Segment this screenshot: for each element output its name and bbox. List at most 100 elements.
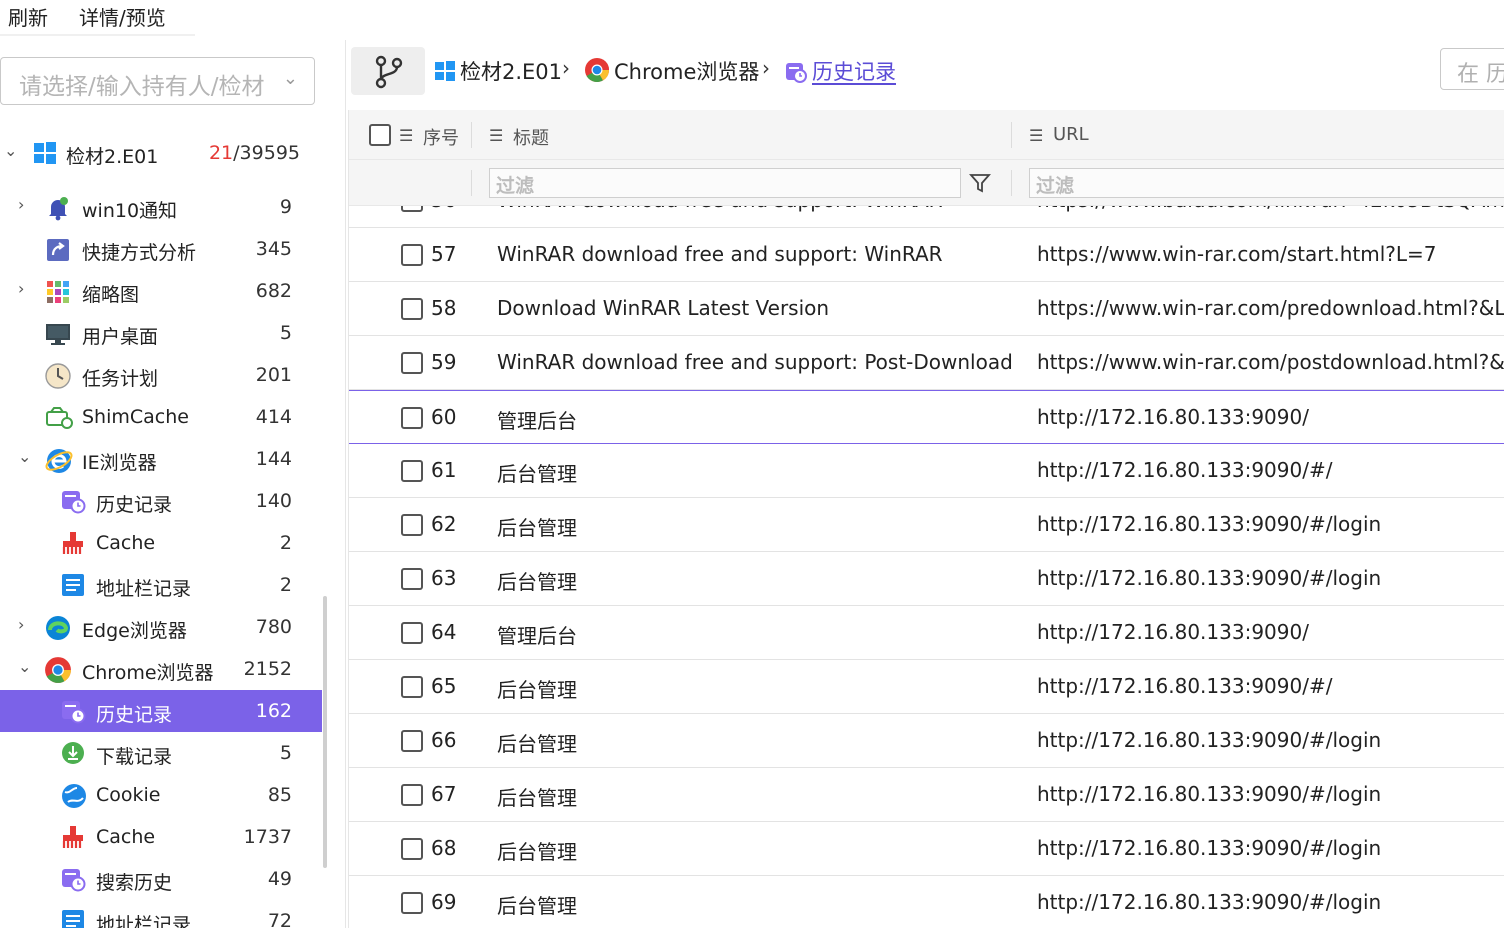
row-checkbox[interactable]	[401, 892, 423, 914]
breadcrumb-item-chrome[interactable]: Chrome浏览器	[614, 56, 759, 86]
table-row[interactable]: 61 后台管理 http://172.16.80.133:9090/#/	[349, 444, 1504, 498]
column-header-title[interactable]: 标题	[513, 124, 549, 150]
row-checkbox[interactable]	[401, 784, 423, 806]
column-menu-icon[interactable]: ☰	[1029, 126, 1043, 145]
cell-url: https://www.win-rar.com/predownload.html…	[1037, 296, 1504, 320]
refresh-menu[interactable]: 刷新	[8, 2, 48, 31]
table-row[interactable]: 57 WinRAR download free and support: WinR…	[349, 228, 1504, 282]
breadcrumb-item-evidence[interactable]: 检材2.E01	[460, 56, 562, 86]
tree-item[interactable]: Cookie 85	[0, 774, 322, 816]
download-icon	[60, 740, 88, 768]
cache-brush-icon	[60, 824, 88, 852]
cell-url: http://172.16.80.133:9090/#/login	[1037, 836, 1382, 860]
cell-url: https://www.win-rar.com/start.html?L=7	[1037, 242, 1437, 266]
tree-item[interactable]: 任务计划 201	[0, 354, 322, 396]
column-resizer[interactable]	[1011, 122, 1012, 148]
chevron-down-icon[interactable]: ⌄	[18, 657, 31, 676]
table-row[interactable]: 69 后台管理 http://172.16.80.133:9090/#/login	[349, 876, 1504, 928]
row-checkbox[interactable]	[401, 622, 423, 644]
row-checkbox[interactable]	[401, 460, 423, 482]
chevron-right-icon[interactable]: ›	[18, 279, 24, 298]
panel-divider[interactable]	[345, 40, 346, 928]
breadcrumb-item-history[interactable]: 历史记录	[812, 56, 896, 86]
tree-item-count: 1737	[243, 826, 292, 848]
select-all-checkbox[interactable]	[369, 124, 391, 146]
column-header-url[interactable]: URL	[1053, 124, 1089, 145]
table-row[interactable]: 58 Download WinRAR Latest Version https://…	[349, 282, 1504, 336]
address-bar-icon	[60, 572, 88, 600]
row-checkbox[interactable]	[401, 407, 423, 429]
table-row[interactable]: 66 后台管理 http://172.16.80.133:9090/#/login	[349, 714, 1504, 768]
chevron-down-icon[interactable]: ⌄	[18, 447, 31, 466]
branch-button[interactable]	[351, 47, 425, 95]
tree-item-label: 地址栏记录	[96, 578, 192, 600]
tree-item[interactable]: Cache 2	[0, 522, 322, 564]
tree-item-label: Edge浏览器	[82, 620, 187, 642]
tree-item[interactable]: ShimCache 414	[0, 396, 322, 438]
chevron-right-icon[interactable]: ›	[18, 195, 24, 214]
tree-item[interactable]: ⌄ IE浏览器 144	[0, 438, 322, 480]
column-resizer[interactable]	[471, 122, 472, 148]
table-row[interactable]: 59 WinRAR download free and support: Post…	[349, 336, 1504, 390]
row-checkbox[interactable]	[401, 676, 423, 698]
cell-url: http://172.16.80.133:9090/#/login	[1037, 566, 1382, 590]
row-checkbox[interactable]	[401, 352, 423, 374]
chrome-icon	[584, 57, 610, 87]
tree-root[interactable]: ⌄ 检材2.E01 21/39595	[0, 132, 322, 174]
tree-item[interactable]: 地址栏记录 2	[0, 564, 322, 606]
tree-item-label: 缩略图	[82, 284, 140, 306]
tree-item[interactable]: › 缩略图 682	[0, 270, 322, 312]
cell-index: 64	[431, 620, 457, 644]
tree-item[interactable]: 地址栏记录 72	[0, 900, 322, 928]
search-input[interactable]: 在 历	[1440, 48, 1504, 90]
cell-title: Download WinRAR Latest Version	[497, 296, 830, 320]
row-checkbox[interactable]	[401, 244, 423, 266]
tree-item[interactable]: 用户桌面 5	[0, 312, 322, 354]
row-checkbox[interactable]	[401, 730, 423, 752]
tree-item[interactable]: 快捷方式分析 345	[0, 228, 322, 270]
shimcache-icon	[44, 404, 73, 432]
cell-index: 57	[431, 242, 457, 266]
tree-item[interactable]: 下载记录 5	[0, 732, 322, 774]
column-menu-icon[interactable]: ☰	[399, 126, 413, 145]
table-row[interactable]: 63 后台管理 http://172.16.80.133:9090/#/login	[349, 552, 1504, 606]
column-menu-icon[interactable]: ☰	[489, 126, 503, 145]
tree-scrollbar[interactable]	[323, 596, 327, 868]
tree-item[interactable]: Cache 1737	[0, 816, 322, 858]
title-filter-input[interactable]: 过滤	[489, 168, 961, 198]
table-row[interactable]: 60 管理后台 http://172.16.80.133:9090/	[349, 390, 1504, 444]
table-row[interactable]: 64 管理后台 http://172.16.80.133:9090/	[349, 606, 1504, 660]
cell-index: 63	[431, 566, 457, 590]
owner-select[interactable]: 请选择/输入持有人/检材 ⌄	[0, 57, 315, 105]
tree-item[interactable]: 历史记录 140	[0, 480, 322, 522]
tree-item[interactable]: › Edge浏览器 780	[0, 606, 322, 648]
row-checkbox[interactable]	[401, 568, 423, 590]
tree-item[interactable]: › win10通知 9	[0, 186, 322, 228]
cell-title: 后台管理	[497, 732, 577, 756]
tree-item-count: 5	[279, 742, 292, 764]
details-preview-menu[interactable]: 详情/预览	[79, 2, 166, 31]
url-filter-input[interactable]: 过滤	[1029, 168, 1504, 198]
row-checkbox[interactable]	[401, 514, 423, 536]
table-row[interactable]: 67 后台管理 http://172.16.80.133:9090/#/login	[349, 768, 1504, 822]
chevron-right-icon[interactable]: ›	[18, 615, 24, 634]
table-row[interactable]: 56 WinRAR download free and support: WinR…	[349, 206, 1504, 228]
tree-item-label: 快捷方式分析	[82, 242, 197, 264]
column-header-index[interactable]: 序号	[423, 124, 459, 150]
clock-icon	[44, 362, 72, 390]
tree-item[interactable]: 搜索历史 49	[0, 858, 322, 900]
cell-index: 69	[431, 890, 457, 914]
row-checkbox[interactable]	[401, 838, 423, 860]
desktop-icon	[44, 320, 72, 348]
chevron-down-icon[interactable]: ⌄	[4, 141, 17, 160]
tree-item[interactable]: ⌄ Chrome浏览器 2152	[0, 648, 322, 690]
cell-title: 后台管理	[497, 678, 577, 702]
table-row[interactable]: 68 后台管理 http://172.16.80.133:9090/#/login	[349, 822, 1504, 876]
row-checkbox[interactable]	[401, 298, 423, 320]
row-checkbox[interactable]	[401, 206, 423, 212]
table-row[interactable]: 62 后台管理 http://172.16.80.133:9090/#/login	[349, 498, 1504, 552]
tree-item[interactable]: 历史记录 162	[0, 690, 322, 732]
cell-title: 后台管理	[497, 570, 577, 594]
filter-icon[interactable]	[969, 172, 991, 198]
table-row[interactable]: 65 后台管理 http://172.16.80.133:9090/#/	[349, 660, 1504, 714]
